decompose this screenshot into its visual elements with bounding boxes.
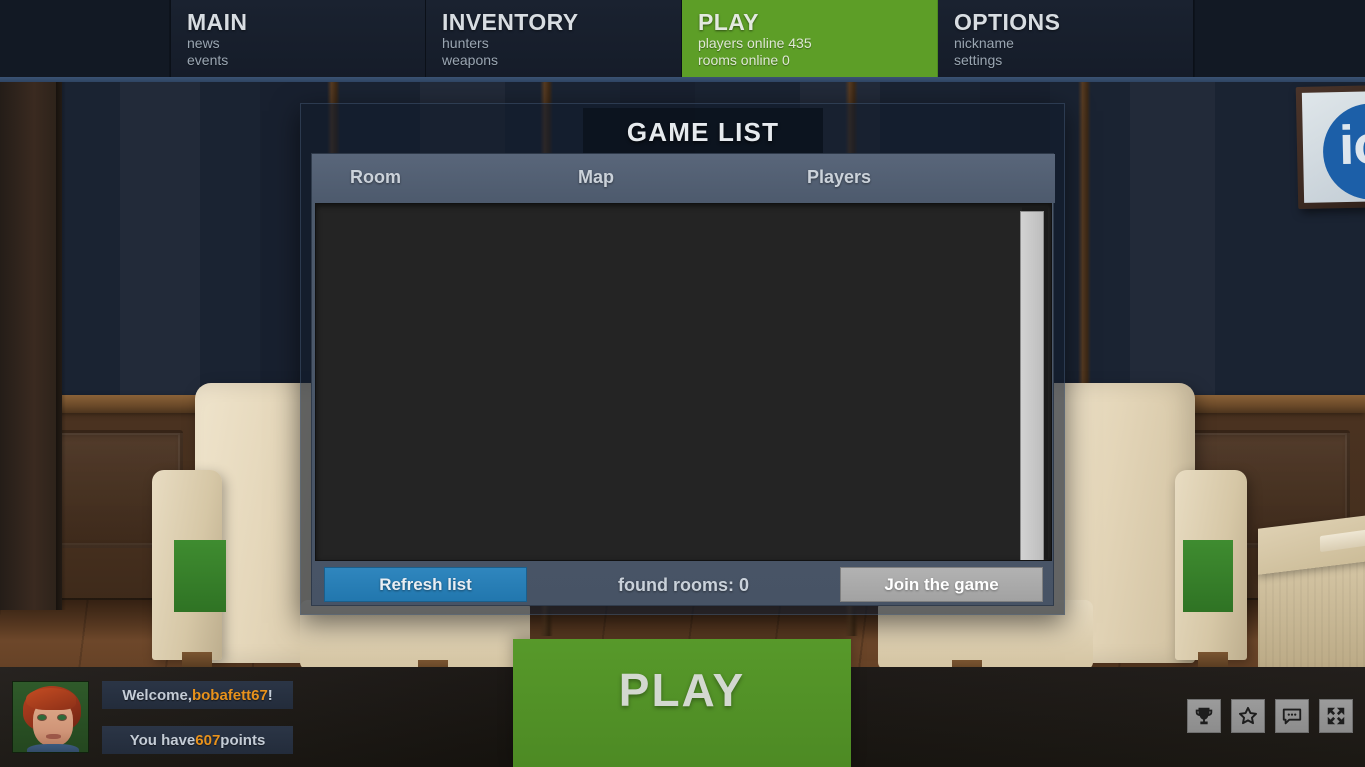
nav-right-filler [1194,0,1365,77]
nav-tab-options-sub-nickname[interactable]: nickname [954,35,1193,52]
game-list-panel: Room Map Players Refresh list found room… [311,153,1055,606]
game-list-dialog: GAME LIST Room Map Players Refresh list … [300,103,1065,615]
fullscreen-icon-button[interactable] [1319,699,1353,733]
game-list-scrollbar-track[interactable] [1020,207,1048,560]
wall-corner-shadow [56,0,66,610]
play-button[interactable]: PLAY [513,639,851,767]
welcome-suffix: ! [267,686,273,704]
game-list-footer: Refresh list found rooms: 0 Join the gam… [315,563,1052,605]
nav-rooms-online: rooms online 0 [698,52,790,68]
chat-icon-button[interactable] [1275,699,1309,733]
game-list-scrollbar-thumb[interactable] [1020,211,1044,560]
top-navigation-bar: MAIN news events INVENTORY hunters weapo… [0,0,1365,77]
fullscreen-icon [1325,705,1347,727]
trophy-icon-button[interactable] [1187,699,1221,733]
avatar[interactable] [12,681,89,753]
nav-tab-main-sub-news[interactable]: news [187,35,425,52]
column-header-players: Players [807,167,872,187]
wall-poster-image: io [1301,91,1365,203]
points-value: 607 [195,731,221,749]
column-header-map: Map [578,167,614,187]
avatar-mouth [46,734,61,739]
refresh-list-button[interactable]: Refresh list [324,567,527,602]
game-list-rows-container[interactable] [315,203,1052,561]
avatar-eye-left [38,715,46,720]
nav-tab-main[interactable]: MAIN news events [170,0,426,77]
nav-underline [0,77,1365,82]
game-client-window: io MAIN news events INVENTORY hunters we… [0,0,1365,767]
column-header-room: Room [350,167,401,187]
armchair-green-accent [1183,540,1233,612]
avatar-body [27,744,79,752]
nav-tab-play-title: PLAY [698,9,759,35]
avatar-eye-right [58,715,66,720]
dialog-title: GAME LIST [583,108,823,157]
points-suffix: points [220,731,266,749]
poster-logo-text: io [1338,113,1365,177]
join-the-game-button[interactable]: Join the game [840,567,1043,602]
welcome-message: Welcome, bobafett67! [102,681,293,709]
chat-icon [1281,705,1303,727]
star-icon [1237,705,1259,727]
nav-tab-options[interactable]: OPTIONS nickname settings [938,0,1194,77]
nav-left-filler [0,0,170,77]
points-message: You have 607 points [102,726,293,754]
wall-corner-left [0,0,62,610]
nav-tab-inventory[interactable]: INVENTORY hunters weapons [426,0,682,77]
nav-tab-main-title: MAIN [187,9,248,35]
nav-tab-inventory-sub-hunters[interactable]: hunters [442,35,681,52]
play-button-label: PLAY [618,664,746,716]
star-icon-button[interactable] [1231,699,1265,733]
nav-tab-play[interactable]: PLAY players online 435 rooms online 0 [682,0,938,77]
nav-tab-options-title: OPTIONS [954,9,1061,35]
nav-players-online: players online 435 [698,35,812,51]
game-list-column-headers: Room Map Players [312,154,1055,203]
username-label: bobafett67 [191,686,268,704]
trophy-icon [1193,705,1215,727]
nav-tab-options-sub-settings[interactable]: settings [954,52,1193,69]
avatar-hair-fringe [26,688,76,710]
nav-tab-inventory-sub-weapons[interactable]: weapons [442,52,681,69]
nav-tab-inventory-title: INVENTORY [442,9,579,35]
wall-poster-frame: io [1295,85,1365,209]
status-bar-icon-row [1187,699,1353,733]
nav-tab-main-sub-events[interactable]: events [187,52,425,69]
points-prefix: You have [129,731,196,749]
welcome-prefix: Welcome, [122,686,192,704]
armchair-green-accent [174,540,226,612]
